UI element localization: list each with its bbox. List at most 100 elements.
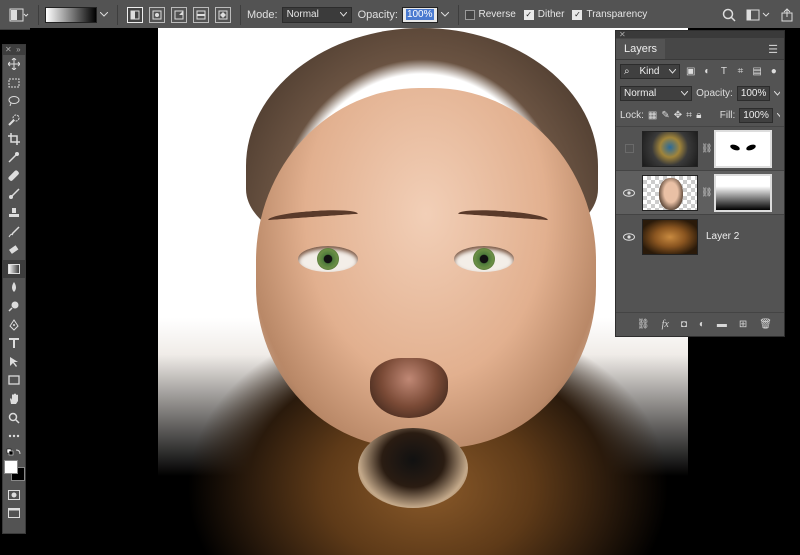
type-tool[interactable] [3,334,25,353]
pen-tool[interactable] [3,315,25,334]
filter-adjustment-icon[interactable]: ◐ [701,65,714,78]
filter-kind-select[interactable]: ⌕ Kind [620,63,681,79]
layer-mask-thumbnail[interactable] [714,129,772,168]
new-group-icon[interactable]: ▬ [717,319,727,330]
marquee-tool[interactable] [3,74,25,93]
more-tools[interactable] [3,427,25,446]
panel-collapse-bar[interactable]: ✕ [616,31,784,39]
layer-opacity-input[interactable]: 100% [736,85,771,101]
lock-all-icon[interactable]: 🔒︎ [696,109,702,122]
hand-tool[interactable] [3,390,25,409]
tools-panel: ✕ » [2,44,26,534]
search-button[interactable] [716,4,742,26]
transparency-label: Transparency [586,9,648,20]
clone-stamp-tool[interactable] [3,204,25,223]
chevron-down-icon [681,90,689,96]
mode-select[interactable]: Normal [281,6,352,23]
reverse-option[interactable]: Reverse [464,9,516,20]
move-tool[interactable] [3,55,25,74]
panel-menu-icon[interactable]: ☰ [768,43,778,56]
tab-layers[interactable]: Layers [616,39,666,59]
layer-row[interactable]: Layer 2 [616,214,784,258]
stamp-icon [9,208,19,218]
chevron-down-icon[interactable] [776,112,780,118]
visibility-toggle[interactable] [620,228,638,246]
link-layers-icon[interactable]: ⛓ [637,319,650,330]
filter-shape-icon[interactable]: ⌗ [734,65,747,78]
linear-gradient-button[interactable] [127,6,143,23]
lock-position-icon[interactable]: ✥ [674,109,682,122]
link-icon[interactable]: ⛓ [701,187,712,198]
gradient-swatch[interactable] [45,6,97,23]
zoom-tool[interactable] [3,408,25,427]
tool-preset-picker[interactable] [6,4,32,26]
lock-label: Lock: [620,109,644,121]
radial-gradient-button[interactable] [149,6,165,23]
filter-smart-object-icon[interactable]: ▤ [751,65,764,78]
chevron-down-icon[interactable] [774,90,780,96]
layer-thumbnail[interactable] [642,174,698,211]
eye-icon [623,232,635,241]
filter-pixel-icon[interactable]: ▣ [684,65,697,78]
tools-panel-header[interactable]: ✕ » [3,45,25,55]
mode-label: Mode: [247,8,278,21]
opacity-input[interactable]: 100% [401,6,438,23]
adjustment-layer-icon[interactable]: ◐ [699,319,705,330]
healing-brush-tool[interactable] [3,167,25,186]
share-button[interactable] [774,4,800,26]
blend-mode-select[interactable]: Normal [620,85,693,101]
filter-type-icon[interactable]: T [718,65,731,78]
lock-transparent-icon[interactable]: ▦ [648,109,657,122]
foreground-color-swatch[interactable] [4,460,18,475]
layer-row[interactable]: ⛓ [616,170,784,214]
link-icon[interactable]: ⛓ [701,143,712,154]
rectangle-tool[interactable] [3,371,25,390]
transparency-checkbox[interactable]: ✓ [572,9,583,20]
dodge-tool[interactable] [3,297,25,316]
angle-gradient-button[interactable] [171,6,187,23]
chevron-down-icon [440,11,449,17]
lasso-tool[interactable] [3,92,25,111]
eyedropper-tool[interactable] [3,148,25,167]
visibility-toggle[interactable] [620,184,638,202]
swap-colors-button[interactable] [3,445,25,459]
layer-style-icon[interactable]: fx [662,319,669,330]
gradient-tool[interactable] [3,259,25,279]
crop-icon [8,132,20,145]
workspace-switcher[interactable] [742,4,774,26]
brush-tool[interactable] [3,185,25,204]
diamond-gradient-button[interactable] [215,6,231,23]
dither-checkbox[interactable]: ✓ [523,9,534,20]
screen-mode-button[interactable] [3,504,25,523]
brush-icon [9,188,20,200]
quick-selection-tool[interactable] [3,111,25,130]
reflected-gradient-button[interactable] [193,6,209,23]
new-layer-icon[interactable]: ⊞ [739,319,747,330]
transparency-option[interactable]: ✓ Transparency [572,9,647,20]
layer-mask-thumbnail[interactable] [714,173,772,212]
options-bar: Mode: Normal Opacity: 100% Reverse ✓ Dit… [0,0,800,30]
quick-mask-button[interactable] [3,485,25,504]
blur-tool[interactable] [3,278,25,297]
lock-image-icon[interactable]: ✎ [661,109,669,122]
opacity-slider-toggle[interactable] [438,4,452,26]
layer-thumbnail[interactable] [642,218,698,255]
history-brush-tool[interactable] [3,222,25,241]
gradient-dropdown[interactable] [97,4,111,26]
dodge-icon [8,301,19,312]
delete-layer-icon[interactable]: 🗑︎ [759,319,772,330]
dither-option[interactable]: ✓ Dither [523,9,564,20]
visibility-toggle[interactable] [620,140,638,158]
path-selection-tool[interactable] [3,353,25,372]
layer-thumbnail[interactable] [642,130,698,167]
lock-artboard-icon[interactable]: ⌗ [686,109,692,122]
reverse-checkbox[interactable] [464,9,475,20]
fill-input[interactable]: 100% [739,107,773,123]
chevron-down-icon [669,68,677,74]
filter-toggle-icon[interactable]: ● [767,65,780,78]
add-mask-icon[interactable]: ◘ [681,319,687,330]
hand-icon [10,393,18,404]
eraser-tool[interactable] [3,241,25,260]
layer-row[interactable]: ⛓ [616,126,784,170]
crop-tool[interactable] [3,129,25,148]
